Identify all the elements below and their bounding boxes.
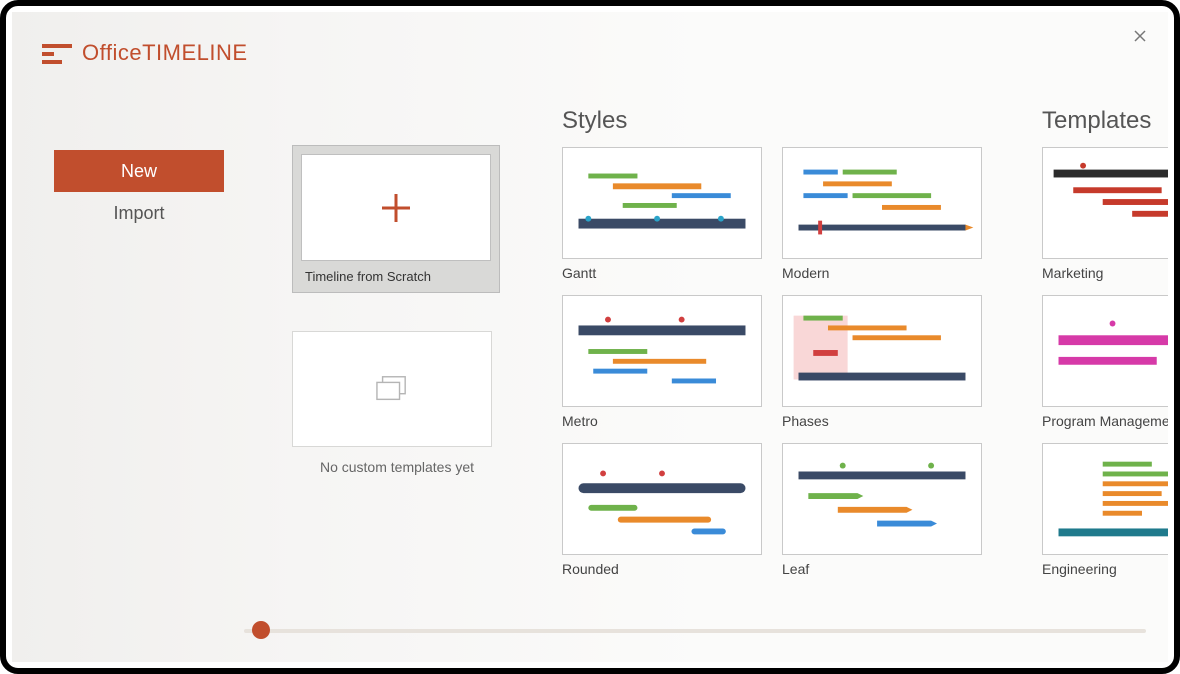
close-icon — [1134, 30, 1146, 42]
plus-icon — [378, 190, 414, 226]
template-card-marketing[interactable]: Marketing — [1042, 147, 1168, 281]
no-custom-templates-card — [292, 331, 492, 447]
side-nav: New Import — [54, 150, 224, 234]
scratch-card-label: Timeline from Scratch — [293, 269, 499, 292]
metro-thumbnail-icon — [563, 296, 761, 406]
nav-new-button[interactable]: New — [54, 150, 224, 192]
progress-track — [244, 629, 1146, 633]
style-card-metro[interactable]: Metro — [562, 295, 762, 429]
style-label: Phases — [782, 413, 982, 429]
style-label: Modern — [782, 265, 982, 281]
template-card-engineering[interactable]: Engineering — [1042, 443, 1168, 577]
style-card-leaf[interactable]: Leaf — [782, 443, 982, 577]
brand-logo: OfficeTIMELINE — [42, 40, 248, 66]
wizard-progress[interactable] — [244, 620, 1146, 640]
template-label: Marketing — [1042, 265, 1168, 281]
template-label: Engineering — [1042, 561, 1168, 577]
style-card-rounded[interactable]: Rounded — [562, 443, 762, 577]
style-label: Metro — [562, 413, 762, 429]
leaf-thumbnail-icon — [783, 444, 981, 554]
style-card-phases[interactable]: Phases — [782, 295, 982, 429]
styles-heading: Styles — [562, 107, 992, 135]
template-label: Program Management — [1042, 413, 1168, 429]
phases-thumbnail-icon — [783, 296, 981, 406]
marketing-thumbnail-icon — [1043, 148, 1168, 258]
nav-import-button[interactable]: Import — [54, 192, 224, 234]
brand-logo-icon — [42, 44, 72, 66]
style-label: Leaf — [782, 561, 982, 577]
templates-heading: Templates — [1042, 107, 1168, 135]
timeline-from-scratch-card[interactable]: Timeline from Scratch — [292, 145, 500, 293]
templates-stack-icon — [373, 373, 411, 405]
content-area: Timeline from Scratch No custom template… — [292, 107, 1168, 612]
template-card-program-management[interactable]: Program Management — [1042, 295, 1168, 429]
brand-logo-text: OfficeTIMELINE — [82, 40, 248, 66]
style-label: Gantt — [562, 265, 762, 281]
modern-thumbnail-icon — [783, 148, 981, 258]
gantt-thumbnail-icon — [563, 148, 761, 258]
rounded-thumbnail-icon — [563, 444, 761, 554]
progress-knob[interactable] — [252, 621, 270, 639]
no-custom-templates-label: No custom templates yet — [292, 459, 502, 475]
style-label: Rounded — [562, 561, 762, 577]
close-button[interactable] — [1126, 22, 1154, 50]
engineering-thumbnail-icon — [1043, 444, 1168, 554]
style-card-modern[interactable]: Modern — [782, 147, 982, 281]
style-card-gantt[interactable]: Gantt — [562, 147, 762, 281]
program-mgmt-thumbnail-icon — [1043, 296, 1168, 406]
